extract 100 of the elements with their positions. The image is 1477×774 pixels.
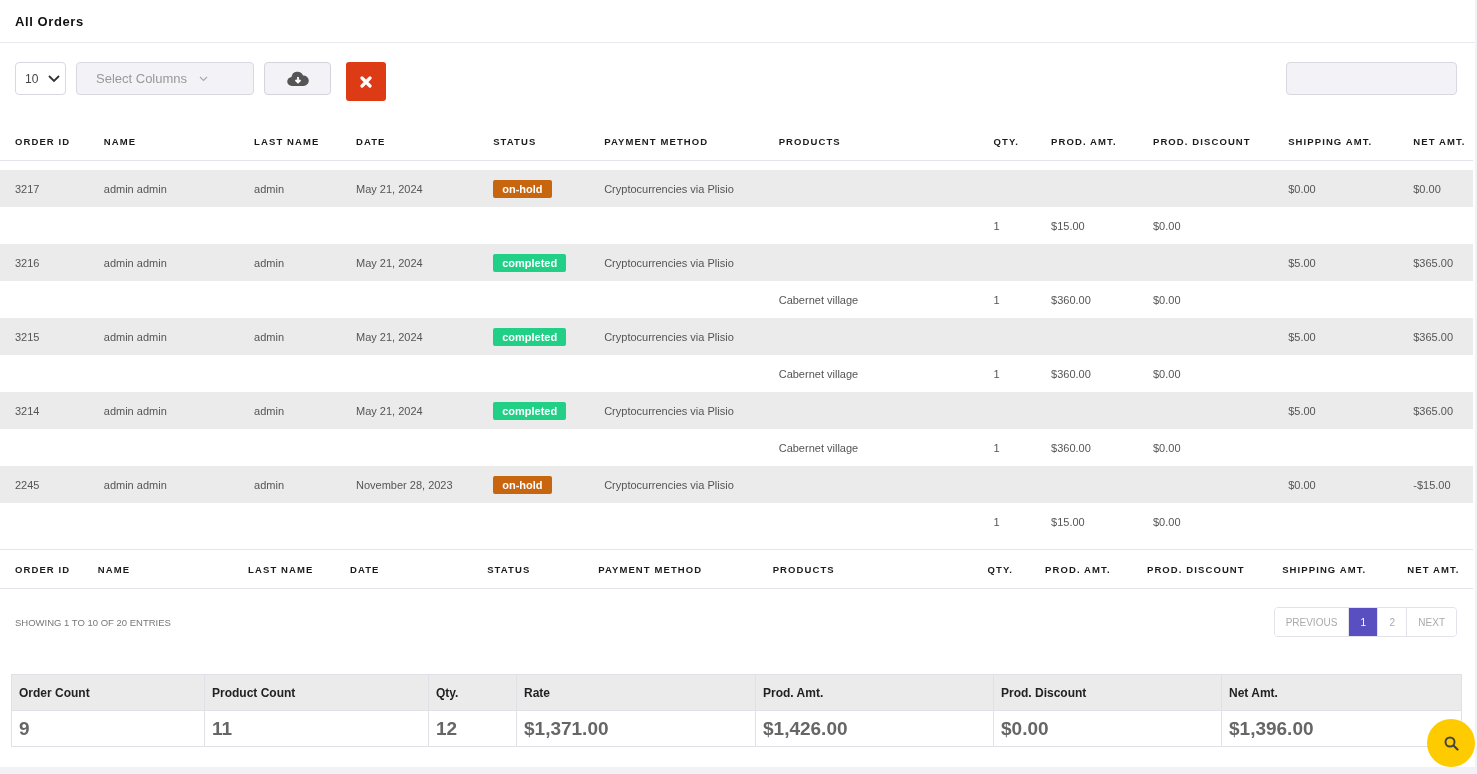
table-cell: $360.00 — [1051, 441, 1091, 454]
column-header: NAME — [88, 122, 240, 161]
summary-value: $0.00 — [1001, 717, 1049, 739]
table-cell: 1 — [993, 441, 1000, 454]
table-cell: $5.00 — [1288, 330, 1316, 343]
column-header: PROD. AMT. — [1036, 549, 1138, 589]
table-cell: Cabernet village — [778, 441, 859, 454]
search-field[interactable] — [1286, 62, 1457, 95]
table-cell: Cryptocurrencies via Plisio — [604, 182, 734, 195]
column-header: STATUS — [478, 549, 590, 589]
status-badge: completed — [493, 401, 567, 420]
table-cell: 1 — [993, 367, 1000, 380]
chevron-down-icon — [199, 75, 209, 82]
table-cell: $0.00 — [1152, 293, 1181, 306]
column-header: ORDER ID — [0, 549, 89, 589]
column-header: PAYMENT METHOD — [589, 549, 764, 589]
column-header: DATE — [341, 122, 479, 161]
summary-value: 12 — [436, 717, 458, 739]
summary-header: Product Count — [212, 685, 296, 700]
summary-header: Prod. Amt. — [763, 685, 824, 700]
page-title: All Orders — [15, 14, 84, 29]
summary-value: $1,396.00 — [1229, 717, 1314, 739]
table-cell: $0.00 — [1413, 182, 1441, 195]
status-badge: on-hold — [493, 475, 552, 494]
column-select[interactable]: Select Columns — [76, 62, 254, 95]
table-cell: Cryptocurrencies via Plisio — [604, 256, 734, 269]
clear-button[interactable] — [346, 62, 386, 101]
table-cell: $365.00 — [1413, 330, 1453, 343]
status-badge: completed — [493, 327, 567, 346]
column-header: PROD. AMT. — [1036, 122, 1138, 161]
table-cell: Cryptocurrencies via Plisio — [604, 404, 734, 417]
page-button[interactable]: 1 — [1348, 608, 1378, 636]
table-cell: $0.00 — [1152, 515, 1181, 528]
column-header: PROD. DISCOUNT — [1137, 549, 1274, 589]
close-icon — [360, 75, 372, 88]
table-cell: $0.00 — [1288, 182, 1316, 195]
column-header: QTY. — [978, 549, 1037, 589]
table-cell: admin admin — [103, 256, 167, 269]
table-cell: $15.00 — [1051, 515, 1085, 528]
table-cell: $0.00 — [1152, 441, 1181, 454]
summary-value: 9 — [19, 717, 30, 739]
page-size-select[interactable]: 10 — [15, 62, 66, 95]
table-cell: 1 — [993, 219, 1000, 232]
table-cell: Cryptocurrencies via Plisio — [604, 478, 734, 491]
summary-header: Rate — [524, 685, 550, 700]
search-button[interactable] — [1427, 719, 1475, 767]
column-header: SHIPPING AMT. — [1273, 122, 1399, 161]
table-cell: $360.00 — [1051, 367, 1091, 380]
column-header: STATUS — [478, 122, 590, 161]
table-cell: $0.00 — [1288, 478, 1316, 491]
table-cell: admin admin — [103, 182, 167, 195]
table-cell: 3216 — [15, 256, 40, 269]
cloud-download-icon — [286, 70, 309, 87]
entries-info: SHOWING 1 TO 10 OF 20 ENTRIES — [15, 616, 171, 628]
column-header: NET AMT. — [1398, 122, 1473, 161]
table-cell: May 21, 2024 — [356, 330, 423, 343]
nav-button[interactable]: NEXT — [1406, 608, 1456, 636]
summary-value: $1,426.00 — [763, 717, 848, 739]
column-header: SHIPPING AMT. — [1273, 549, 1399, 589]
table-cell: admin — [254, 182, 285, 195]
table-cell: $15.00 — [1051, 219, 1085, 232]
column-header: QTY. — [978, 122, 1037, 161]
table-cell: admin — [254, 404, 285, 417]
table-cell: Cabernet village — [778, 367, 859, 380]
summary-header: Order Count — [19, 685, 90, 700]
table-cell: $5.00 — [1288, 256, 1316, 269]
column-header: NET AMT. — [1398, 549, 1473, 589]
table-cell: admin admin — [103, 478, 167, 491]
table-cell: 3217 — [15, 182, 40, 195]
column-header: PROD. DISCOUNT — [1137, 122, 1274, 161]
table-cell: admin — [254, 330, 285, 343]
column-header: DATE — [341, 549, 479, 589]
table-cell: admin admin — [103, 330, 167, 343]
chevron-down-icon — [48, 74, 61, 83]
summary-header: Net Amt. — [1229, 685, 1278, 700]
table-cell: November 28, 2023 — [356, 478, 453, 491]
summary-value: 11 — [212, 717, 233, 739]
table-cell: Cryptocurrencies via Plisio — [604, 330, 734, 343]
table-cell: -$15.00 — [1413, 478, 1451, 491]
table-cell: $365.00 — [1413, 256, 1453, 269]
column-header: LAST NAME — [239, 122, 341, 161]
column-header: NAME — [88, 549, 240, 589]
column-header: LAST NAME — [239, 549, 341, 589]
table-cell: admin — [254, 478, 285, 491]
table-cell: May 21, 2024 — [356, 182, 423, 195]
table-cell: $0.00 — [1152, 367, 1181, 380]
table-cell: $365.00 — [1413, 404, 1453, 417]
table-cell: May 21, 2024 — [356, 404, 423, 417]
table-cell: $5.00 — [1288, 404, 1316, 417]
table-cell: 1 — [993, 515, 1000, 528]
table-cell: 3215 — [15, 330, 40, 343]
summary-header: Qty. — [436, 685, 459, 700]
download-button[interactable] — [264, 62, 331, 95]
table-cell: 3214 — [15, 404, 40, 417]
table-cell: admin admin — [103, 404, 167, 417]
column-header: PRODUCTS — [763, 549, 979, 589]
column-header: ORDER ID — [0, 122, 89, 161]
table-cell: 2245 — [15, 478, 40, 491]
table-cell: May 21, 2024 — [356, 256, 423, 269]
status-badge: completed — [493, 253, 567, 272]
